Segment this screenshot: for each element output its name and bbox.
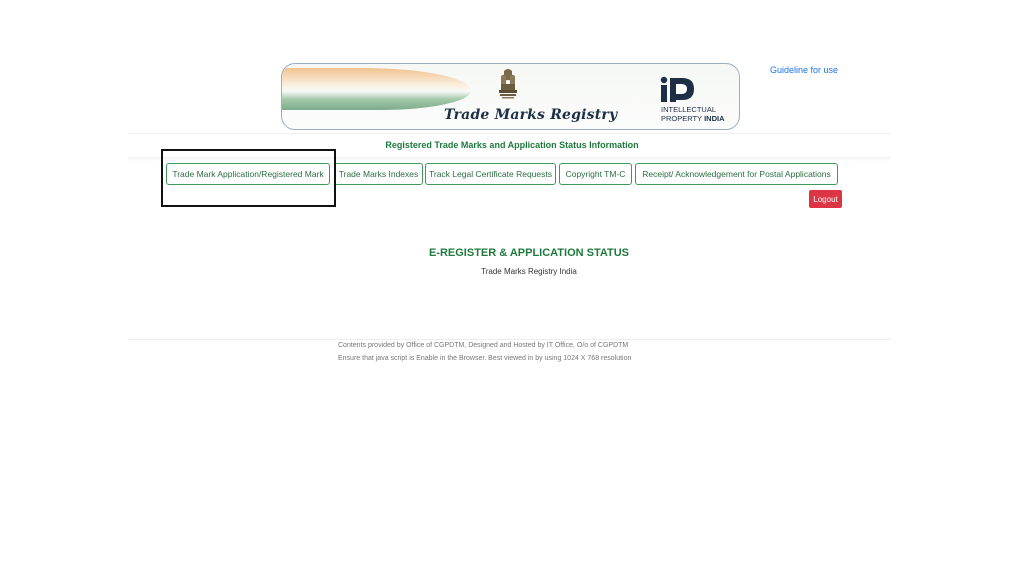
footer-divider xyxy=(128,339,891,340)
footer-browser-note: Ensure that java script is Enable in the… xyxy=(338,355,632,362)
nav-receipt-acknowledgement[interactable]: Receipt/ Acknowledgement for Postal Appl… xyxy=(635,163,838,185)
nav-track-legal-certificate[interactable]: Track Legal Certificate Requests xyxy=(425,163,556,185)
nav-trade-marks-indexes[interactable]: Trade Marks Indexes xyxy=(334,163,423,185)
footer-credits: Contents provided by Office of CGPDTM, D… xyxy=(338,342,629,349)
page-heading: E-REGISTER & APPLICATION STATUS xyxy=(428,247,630,259)
nav-copyright-tmc[interactable]: Copyright TM-C xyxy=(559,163,632,185)
tricolor-swoosh xyxy=(282,68,482,110)
banner-title: Trade Marks Registry xyxy=(444,107,618,123)
header-divider xyxy=(128,133,891,134)
ip-india-wordmark: INTELLECTUAL PROPERTY INDIA xyxy=(661,105,725,123)
national-emblem-icon xyxy=(499,69,517,99)
logout-button[interactable]: Logout xyxy=(809,190,842,208)
header-banner: Trade Marks Registry INTELLECTUAL PROPER… xyxy=(281,63,740,130)
guideline-link[interactable]: Guideline for use xyxy=(770,65,838,75)
annotation-highlight-box xyxy=(161,149,336,207)
page-subtitle: Registered Trade Marks and Application S… xyxy=(385,140,639,150)
page-subheading: Trade Marks Registry India xyxy=(481,267,577,276)
ip-india-logo-icon xyxy=(660,76,694,102)
